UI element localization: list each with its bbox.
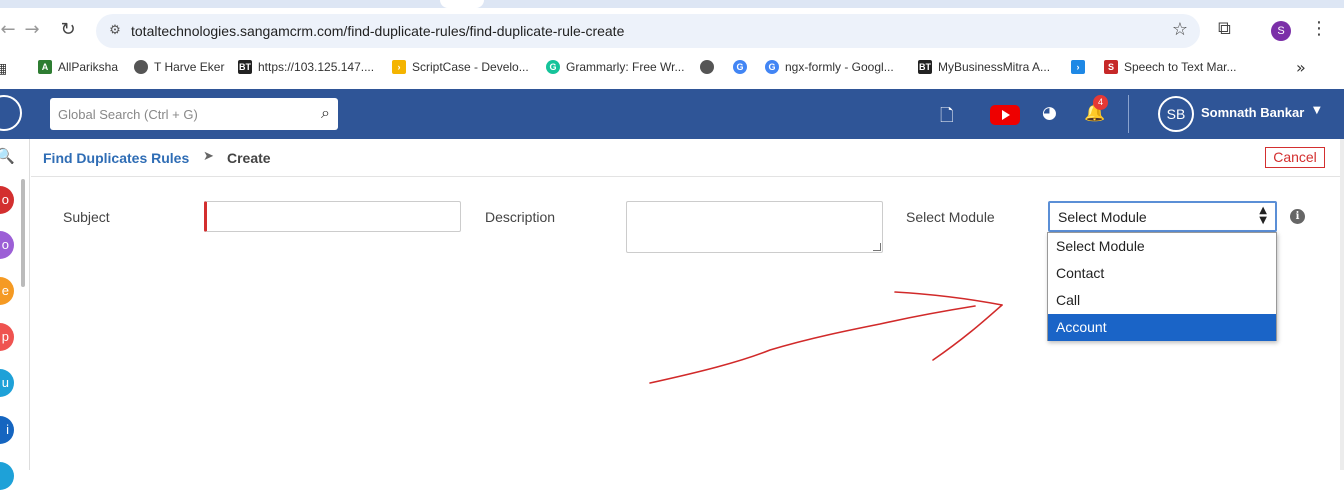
- rail-item[interactable]: e: [0, 277, 14, 305]
- breadcrumb-current: Create: [227, 150, 271, 166]
- description-textarea[interactable]: [626, 201, 883, 253]
- page-scrollbar[interactable]: [1340, 139, 1344, 470]
- bookmark-item[interactable]: S Speech to Text Mar...: [1104, 60, 1237, 74]
- select-arrows-icon: ▲ ▼: [1259, 205, 1267, 226]
- subject-label: Subject: [63, 209, 110, 225]
- browser-toolbar: ← → ↻ ⚙ totaltechnologies.sangamcrm.com/…: [0, 0, 1344, 52]
- bookmark-item[interactable]: › ScriptCase - Develo...: [392, 60, 529, 74]
- globe-icon[interactable]: ◕: [1042, 103, 1057, 123]
- scriptcase-icon: ›: [392, 60, 406, 74]
- rail-scrollbar[interactable]: [21, 179, 25, 287]
- info-icon[interactable]: i: [1290, 209, 1305, 224]
- breadcrumb-parent-link[interactable]: Find Duplicates Rules: [43, 150, 189, 166]
- profile-avatar[interactable]: S: [1271, 21, 1291, 41]
- rail-item[interactable]: o: [0, 231, 14, 259]
- breadcrumb: Find Duplicates Rules ➤ Create Cancel: [31, 139, 1344, 177]
- rail-item[interactable]: u: [0, 369, 14, 397]
- url-text[interactable]: totaltechnologies.sangamcrm.com/find-dup…: [131, 23, 624, 39]
- globe-icon: [700, 60, 714, 74]
- address-bar[interactable]: ⚙ totaltechnologies.sangamcrm.com/find-d…: [96, 14, 1200, 48]
- search-icon[interactable]: ⌕: [321, 103, 330, 123]
- rail-item[interactable]: p: [0, 323, 14, 351]
- cancel-button[interactable]: Cancel: [1265, 147, 1325, 168]
- tab-strip: [0, 0, 1344, 8]
- bookmark-item[interactable]: BT https://103.125.147....: [238, 60, 374, 74]
- forward-icon[interactable]: →: [20, 18, 44, 42]
- allpariksha-icon: A: [38, 60, 52, 74]
- bookmark-item[interactable]: G Grammarly: Free Wr...: [546, 60, 684, 74]
- rail-item[interactable]: [0, 462, 14, 490]
- bookmark-star-icon[interactable]: ☆: [1172, 19, 1188, 40]
- apps-grid-icon[interactable]: ▦: [0, 60, 7, 77]
- header-divider: [1128, 95, 1129, 133]
- breadcrumb-arrow-icon: ➤: [203, 149, 214, 164]
- globe-icon: [134, 60, 148, 74]
- speech-icon: S: [1104, 60, 1118, 74]
- rail-item[interactable]: o: [0, 186, 14, 214]
- bookmark-item[interactable]: T Harve Eker: [134, 60, 224, 74]
- bookmark-item[interactable]: [700, 60, 720, 74]
- search-icon[interactable]: 🔍: [0, 147, 15, 165]
- browser-menu-icon[interactable]: ⋮: [1310, 18, 1328, 39]
- subject-input[interactable]: [204, 201, 461, 232]
- bookmark-item[interactable]: G: [733, 60, 753, 74]
- bt-icon: BT: [238, 60, 252, 74]
- site-settings-icon[interactable]: ⚙: [106, 22, 124, 40]
- rail-item[interactable]: i: [0, 416, 14, 444]
- find-document-icon[interactable]: 🗋: [940, 103, 954, 132]
- description-label: Description: [485, 209, 556, 225]
- module-dropdown-list: Select Module Contact Call Account: [1047, 232, 1277, 341]
- grammarly-icon: G: [546, 60, 560, 74]
- global-search[interactable]: Global Search (Ctrl + G) ⌕: [50, 98, 338, 130]
- search-input[interactable]: Global Search (Ctrl + G): [58, 107, 198, 122]
- app-header: Global Search (Ctrl + G) ⌕ 🗋 ◕ 🔔 4 SB So…: [0, 89, 1344, 139]
- notification-badge: 4: [1093, 95, 1108, 110]
- dropdown-option[interactable]: Call: [1048, 287, 1276, 314]
- user-name[interactable]: Somnath Bankar: [1201, 105, 1304, 120]
- dropdown-option[interactable]: Select Module: [1048, 233, 1276, 260]
- google-icon: G: [733, 60, 747, 74]
- bookmark-item[interactable]: A AllPariksha: [38, 60, 118, 74]
- avatar[interactable]: SB: [1158, 96, 1194, 132]
- module-label: Select Module: [906, 209, 995, 225]
- extensions-icon[interactable]: ⧉: [1218, 18, 1231, 39]
- reload-icon[interactable]: ↻: [56, 18, 80, 42]
- bookmark-item[interactable]: BT MyBusinessMitra A...: [918, 60, 1050, 74]
- flutter-icon: ›: [1071, 60, 1085, 74]
- bookmark-item[interactable]: Gngx-formly - Googl...: [765, 60, 894, 74]
- caret-down-icon[interactable]: ▼: [1313, 105, 1321, 116]
- back-icon[interactable]: ←: [0, 18, 20, 42]
- module-select[interactable]: Select Module ▲ ▼: [1048, 201, 1277, 232]
- bookmarks-bar: ▦ A AllPariksha T Harve Eker BT https://10…: [0, 54, 1344, 82]
- dropdown-option[interactable]: Contact: [1048, 260, 1276, 287]
- app-logo[interactable]: [0, 95, 22, 131]
- bookmark-item[interactable]: ›: [1071, 60, 1091, 74]
- bt-icon: BT: [918, 60, 932, 74]
- youtube-icon[interactable]: [990, 105, 1020, 125]
- more-bookmarks-icon[interactable]: »: [1296, 58, 1306, 77]
- dropdown-option-highlighted[interactable]: Account: [1048, 314, 1276, 341]
- module-select-value: Select Module: [1058, 209, 1147, 225]
- left-rail: 🔍 o o e p u i: [0, 139, 30, 490]
- google-icon: G: [765, 60, 779, 74]
